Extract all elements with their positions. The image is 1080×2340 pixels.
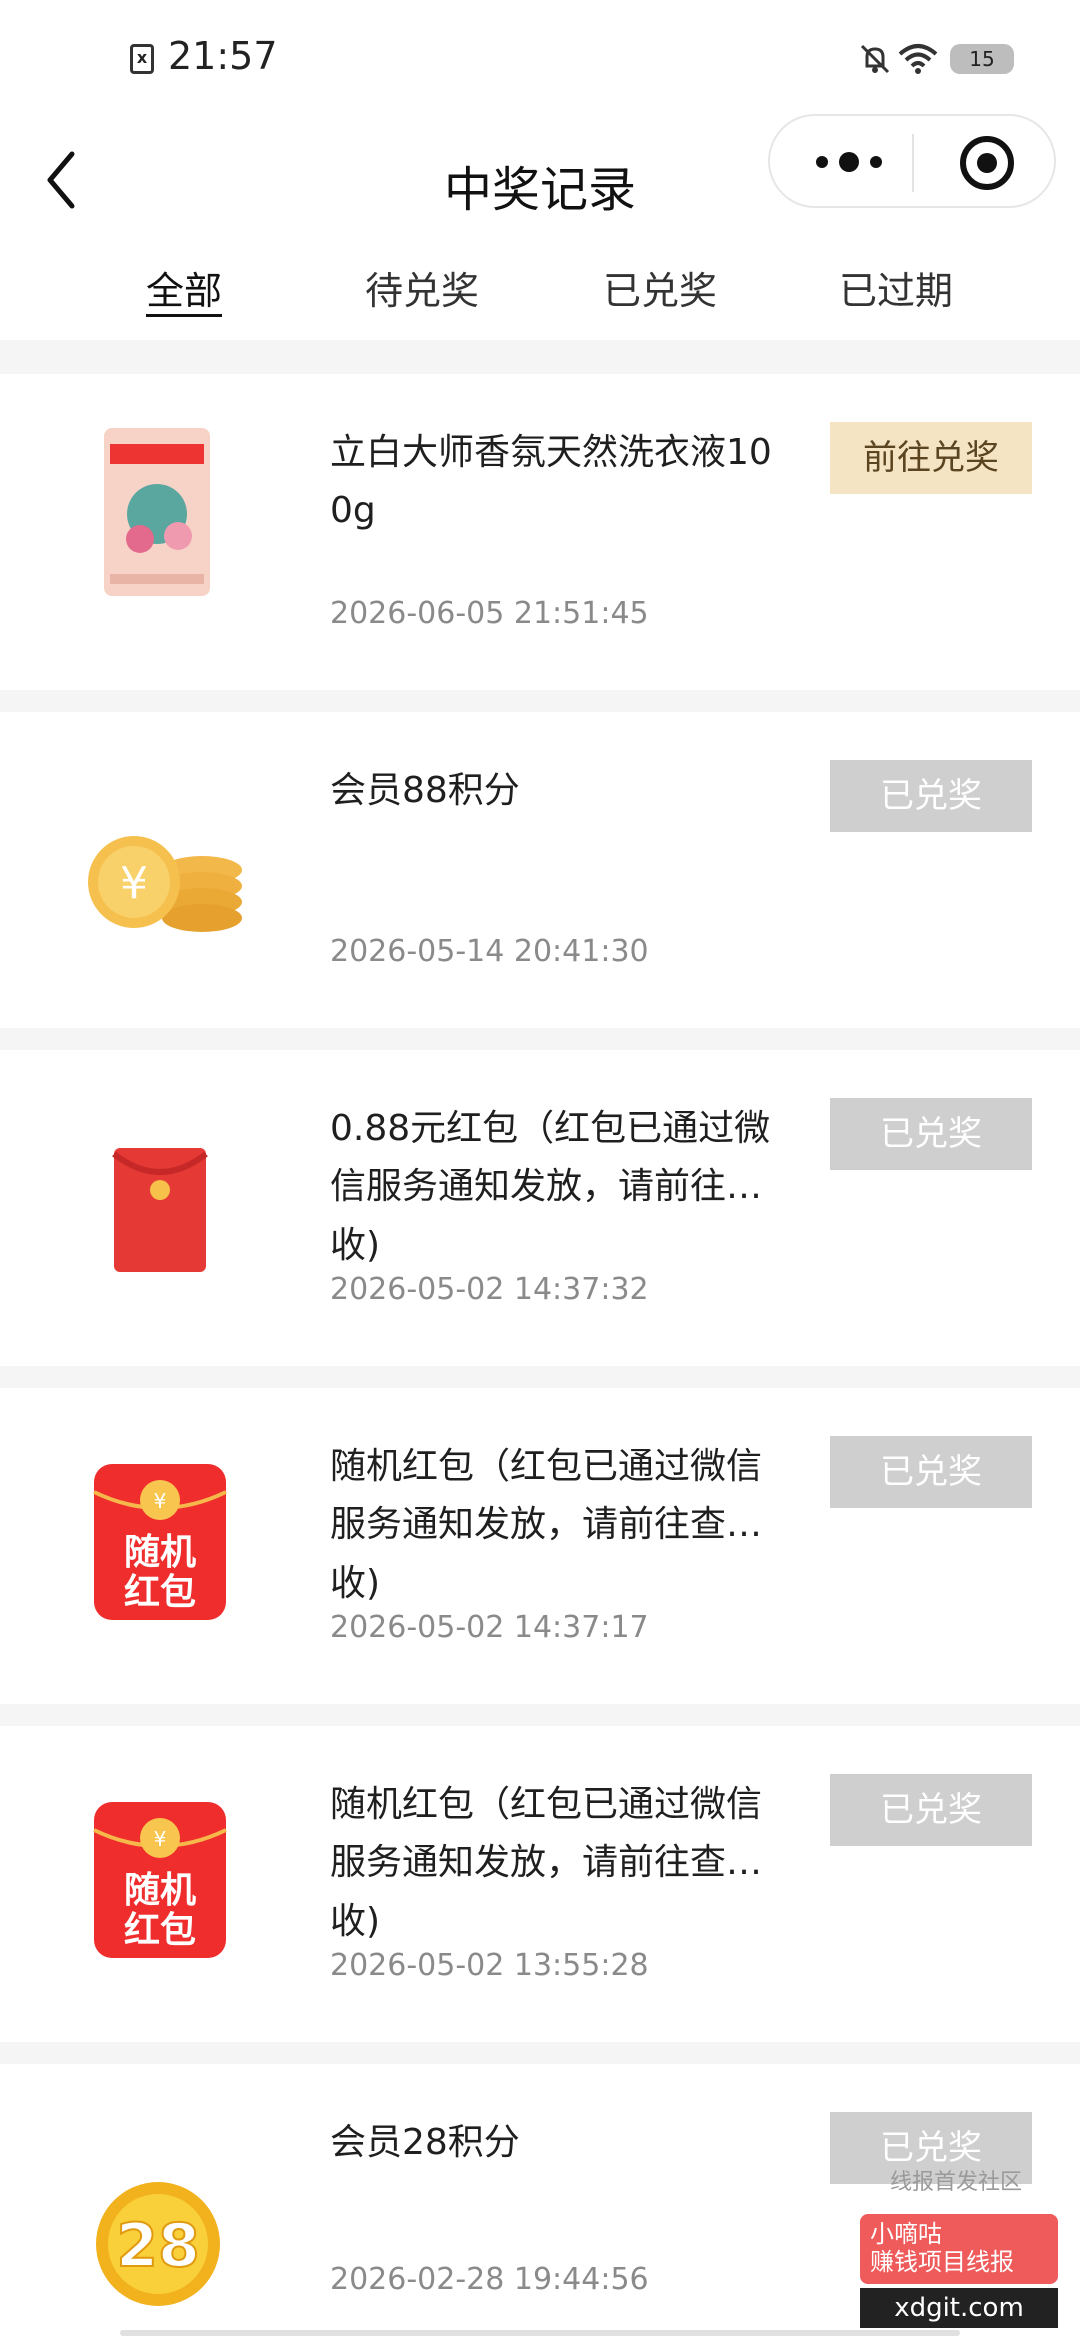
redeemed-button[interactable]: 已兑奖: [830, 1774, 1032, 1846]
status-bar: x 21:57 15: [0, 0, 1080, 120]
record-title: 随机红包（红包已通过微信服务通知发放，请前往查…: [330, 1446, 763, 1545]
record-title: 随机红包（红包已通过微信服务通知发放，请前往查…: [330, 1784, 763, 1883]
scroll-indicator: [120, 2330, 960, 2336]
random-red-packet-icon: ¥ 随机 红包: [93, 1802, 227, 1958]
svg-text:¥: ¥: [154, 1489, 167, 1513]
wifi-icon: [898, 44, 938, 74]
record-title-tail: 收): [330, 1225, 381, 1266]
mini-program-capsule: [768, 114, 1056, 208]
watermark-brand: 小嘀咕: [870, 2220, 942, 2248]
close-target-icon[interactable]: [958, 134, 1016, 192]
capsule-divider: [912, 134, 914, 192]
record-title-tail: 收): [330, 1563, 381, 1604]
redeemed-button[interactable]: 已兑奖: [830, 1436, 1032, 1508]
gold-coins-icon: ¥: [88, 836, 242, 932]
record-title-tail: 收): [330, 1901, 381, 1942]
svg-text:28: 28: [116, 2211, 200, 2281]
svg-text:¥: ¥: [154, 1827, 167, 1851]
svg-text:随机: 随机: [124, 1532, 196, 1573]
list-item[interactable]: ¥ 随机 红包 随机红包（红包已通过微信服务通知发放，请前往查… 收) 2026…: [0, 1726, 1080, 2042]
tab-all[interactable]: 全部: [84, 260, 284, 315]
svg-text:红包: 红包: [124, 1910, 196, 1951]
svg-text:¥: ¥: [120, 858, 148, 909]
status-time: 21:57: [168, 34, 278, 78]
watermark-site: xdgit.com: [860, 2288, 1058, 2328]
record-date: 2026-05-14 20:41:30: [330, 934, 649, 969]
watermark-slogan: 线报首发社区: [890, 2170, 1023, 2195]
random-red-packet-icon: ¥ 随机 红包: [93, 1464, 227, 1620]
list-item[interactable]: ¥ 会员88积分 2026-05-14 20:41:30 已兑奖: [0, 712, 1080, 1028]
tab-pending[interactable]: 待兑奖: [322, 260, 522, 315]
gold-coin-28-icon: 28: [96, 2182, 220, 2306]
tab-redeemed[interactable]: 已兑奖: [560, 260, 760, 315]
record-title: 0.88元红包（红包已通过微信服务通知发放，请前往…: [330, 1108, 771, 1207]
watermark-badge: 小嘀咕 赚钱项目线报: [860, 2214, 1058, 2284]
record-title: 会员28积分: [330, 2122, 520, 2163]
notification-muted-icon: [860, 44, 890, 74]
sim-card-icon: x: [130, 44, 154, 74]
redeemed-button[interactable]: 已兑奖: [830, 760, 1032, 832]
list-item[interactable]: 0.88元红包（红包已通过微信服务通知发放，请前往… 收) 2026-05-02…: [0, 1050, 1080, 1366]
red-envelope-icon: [112, 1148, 208, 1272]
svg-text:红包: 红包: [124, 1572, 196, 1613]
redeemed-button[interactable]: 已兑奖: [830, 1098, 1032, 1170]
list-item[interactable]: 立白大师香氛天然洗衣液100g 2026-06-05 21:51:45 前往兑奖: [0, 374, 1080, 690]
record-title: 立白大师香氛天然洗衣液100g: [330, 432, 772, 531]
record-title: 会员88积分: [330, 770, 520, 811]
record-date: 2026-05-02 14:37:17: [330, 1610, 649, 1645]
record-date: 2026-02-28 19:44:56: [330, 2262, 649, 2297]
record-date: 2026-05-02 14:37:32: [330, 1272, 649, 1307]
record-date: 2026-05-02 13:55:28: [330, 1948, 649, 1983]
redeem-button[interactable]: 前往兑奖: [830, 422, 1032, 494]
watermark-subtitle: 赚钱项目线报: [870, 2248, 1014, 2276]
battery-icon: 15: [950, 44, 1014, 74]
more-options-icon[interactable]: [808, 140, 890, 184]
tab-bar: 全部 待兑奖 已兑奖 已过期: [0, 240, 1080, 340]
tab-expired[interactable]: 已过期: [796, 260, 996, 315]
detergent-bag-icon: [104, 428, 210, 596]
svg-text:随机: 随机: [124, 1870, 196, 1911]
list-item[interactable]: ¥ 随机 红包 随机红包（红包已通过微信服务通知发放，请前往查… 收) 2026…: [0, 1388, 1080, 1704]
record-date: 2026-06-05 21:51:45: [330, 596, 649, 631]
